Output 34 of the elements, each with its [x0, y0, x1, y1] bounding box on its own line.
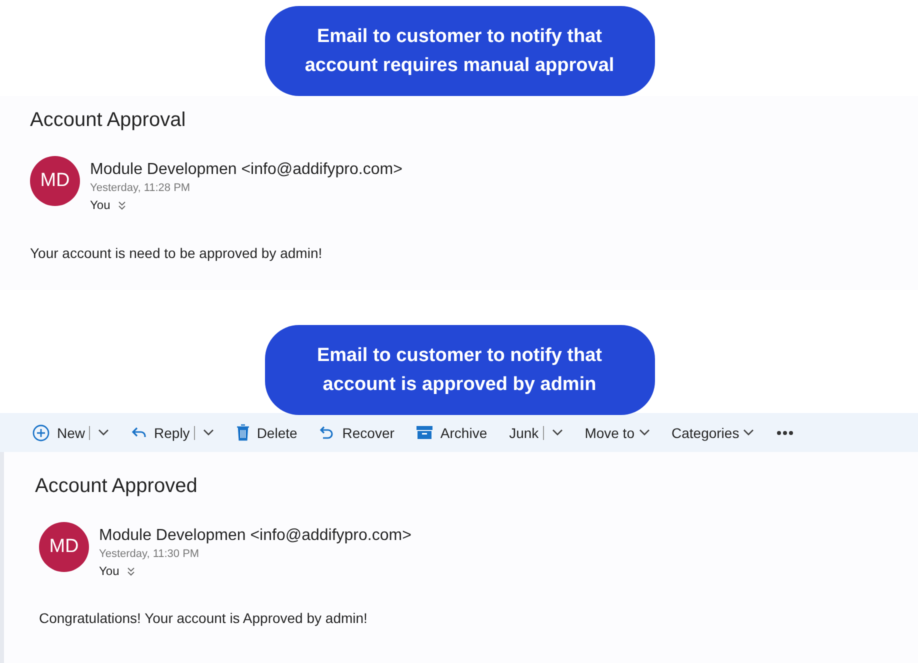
email-subject: Account Approval: [30, 108, 187, 133]
email-body: Congratulations! Your account is Approved by admin!: [39, 610, 368, 626]
sender-name: Module Developmen <info@addifypro.com>: [99, 526, 412, 546]
caret-icon[interactable]: [202, 429, 214, 436]
caret-icon[interactable]: [638, 429, 650, 436]
email-subject: Account Approved: [35, 474, 198, 499]
avatar: MD: [30, 156, 80, 206]
avatar: MD: [39, 522, 89, 572]
timestamp: Yesterday, 11:28 PM: [90, 181, 192, 196]
toolbar-button[interactable]: Reply: [154, 424, 190, 440]
add-icon: [32, 424, 50, 442]
expand-icon[interactable]: [127, 566, 136, 576]
timestamp: Yesterday, 11:30 PM: [99, 547, 200, 562]
caret-icon[interactable]: [98, 429, 110, 436]
callout-bubble: Email to customer to notify that account requires manual approval: [264, 6, 654, 96]
toolbar-button[interactable]: Junk: [509, 424, 539, 440]
recipient: You: [99, 564, 120, 578]
sender-name: Module Developmen <info@addifypro.com>: [90, 160, 402, 180]
archive-icon: [416, 425, 434, 440]
email-body: Your account is need to be approved by admin!: [30, 245, 324, 261]
toolbar-button[interactable]: Recover: [342, 424, 394, 440]
caret-icon[interactable]: [743, 429, 754, 436]
recipient: You: [90, 198, 110, 212]
trash-icon: [236, 424, 250, 441]
undo-icon: [319, 426, 336, 440]
more-icon[interactable]: [776, 430, 794, 436]
toolbar-button[interactable]: Delete: [256, 424, 298, 440]
caret-icon[interactable]: [552, 429, 563, 436]
toolbar-button[interactable]: Archive: [440, 424, 488, 440]
toolbar-button[interactable]: Categories: [672, 424, 740, 440]
toolbar-button[interactable]: Move to: [584, 424, 634, 440]
callout-bubble: Email to customer to notify that account is approved by admin: [264, 325, 654, 415]
expand-icon[interactable]: [118, 200, 126, 210]
toolbar-button[interactable]: New: [57, 424, 86, 440]
